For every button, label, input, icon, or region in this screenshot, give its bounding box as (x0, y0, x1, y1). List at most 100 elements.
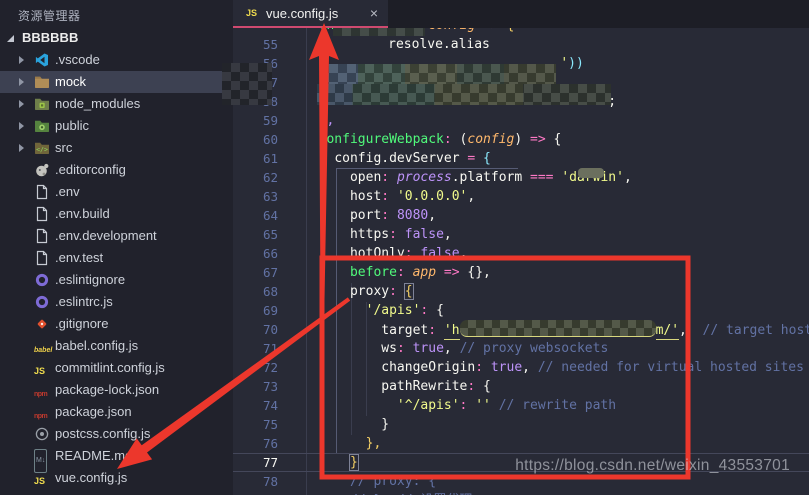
tree-item-vue-config-js[interactable]: JS vue.config.js (0, 467, 233, 489)
chevron-right-icon (19, 56, 24, 64)
line-number: 62 (262, 170, 278, 185)
line-content: hotOnly: false, (349, 246, 468, 261)
postcss-icon (34, 426, 50, 442)
code-line-68[interactable]: 68 proxy: { (233, 282, 809, 301)
tree-item-label: src (55, 140, 73, 155)
line-number: 64 (262, 208, 278, 223)
babel-icon: babel (34, 347, 53, 354)
code-line-73[interactable]: 73 pathRewrite: { (233, 377, 809, 396)
line-content: } (303, 417, 390, 432)
code-line-55[interactable]: 55 resolve.alias (233, 35, 809, 54)
code-line-62[interactable]: 62 open: process.platform === 'darwin', (233, 168, 809, 187)
code-line-63[interactable]: 63 host: '0.0.0.0', (233, 187, 809, 206)
watermark: https://blog.csdn.net/weixin_43553701 (515, 457, 790, 474)
tree-item-src[interactable]: </> src (0, 137, 233, 159)
line-content: target: 'h m/', // target host (303, 320, 809, 340)
line-number: 70 (262, 322, 278, 337)
line-content: config.devServer = { (334, 151, 491, 166)
explorer-title: 资源管理器 (18, 9, 81, 23)
chevron-right-icon (19, 100, 24, 108)
tree-item--vscode[interactable]: .vscode (0, 49, 233, 71)
tree-item-label: .gitignore (55, 316, 109, 331)
code-line-69[interactable]: 69 '/apis': { (233, 301, 809, 320)
code-line-59[interactable]: 59 }, (233, 111, 809, 130)
line-number: 78 (262, 474, 278, 489)
line-number: 69 (262, 303, 278, 318)
line-content: proxy: { (349, 283, 414, 300)
censor-mosaic (320, 64, 556, 84)
js-icon: JS (34, 476, 46, 486)
tree-item-label: README.md (55, 448, 133, 463)
line-content: // proxy: { (349, 474, 437, 489)
line-number: 60 (262, 132, 278, 147)
line-content: '^/apis': '' // rewrite path (396, 398, 617, 413)
line-number: 67 (262, 265, 278, 280)
tree-item-postcss-config-js[interactable]: postcss.config.js (0, 423, 233, 445)
src-icon: </> (34, 140, 50, 156)
chevron-right-icon (19, 144, 24, 152)
js-icon: JS (34, 366, 46, 376)
tree-item-label: package.json (55, 404, 132, 419)
code-line-67[interactable]: 67 before: app => {}, (233, 263, 809, 282)
tree-item--gitignore[interactable]: .gitignore (0, 313, 233, 335)
line-number: 72 (262, 360, 278, 375)
line-content: ws: true, // proxy websockets (381, 341, 609, 356)
tree-item--eslintrc-js[interactable]: .eslintrc.js (0, 291, 233, 313)
line-number: 74 (262, 398, 278, 413)
censor-mosaic (317, 84, 611, 105)
tree-item-commitlint-config-js[interactable]: JS commitlint.config.js (0, 357, 233, 379)
eslint-icon (34, 272, 50, 288)
code-line-64[interactable]: 64 port: 8080, (233, 206, 809, 225)
tree-item-babel-config-js[interactable]: babel babel.config.js (0, 335, 233, 357)
code-line-61[interactable]: 61 config.devServer = { (233, 149, 809, 168)
tree-item-package-lock-json[interactable]: npm package-lock.json (0, 379, 233, 401)
tree-item--env-development[interactable]: .env.development (0, 225, 233, 247)
tree-item--editorconfig[interactable]: .editorconfig (0, 159, 233, 181)
tree-item-label: babel.config.js (55, 338, 139, 353)
tree-item--env-build[interactable]: .env.build (0, 203, 233, 225)
code-line-60[interactable]: 60 configureWebpack: (config) => { (233, 130, 809, 149)
tree-item-label: .env.build (55, 206, 110, 221)
vscode-icon (34, 52, 50, 68)
code-line-70[interactable]: 70 target: 'h m/', // target host (233, 320, 809, 340)
code-line-66[interactable]: 66 hotOnly: false, (233, 244, 809, 263)
file-icon (34, 184, 50, 200)
tab-vue-config-js[interactable]: JS vue.config.js × (233, 0, 388, 28)
tree-item-label: mock (55, 74, 87, 89)
code-line-65[interactable]: 65 https: false, (233, 225, 809, 244)
line-number: 76 (262, 436, 278, 451)
explorer-sidebar: 资源管理器 BBBBBB .vscode mock node_modulespubl… (0, 0, 233, 495)
tree-item--env-test[interactable]: .env.test (0, 247, 233, 269)
close-tab-icon[interactable]: × (370, 5, 378, 21)
code-line-71[interactable]: 71 ws: true, // proxy websockets (233, 339, 809, 358)
code-line-75[interactable]: 75 } (233, 415, 809, 434)
censor-mosaic (222, 63, 272, 105)
tree-item-label: vue.config.js (55, 470, 128, 485)
tree-item-readme-md[interactable]: M↓ README.md (0, 445, 233, 473)
tree-item--env[interactable]: .env (0, 181, 233, 203)
tree-item-label: node_modules (55, 96, 141, 111)
tree-item-label: .editorconfig (55, 162, 126, 177)
tree-item-package-json[interactable]: npm package.json (0, 401, 233, 423)
eslint-icon (34, 294, 50, 310)
code-line-76[interactable]: 76 }, (233, 434, 809, 453)
line-content: pathRewrite: { (381, 379, 491, 394)
project-root[interactable]: BBBBBB (0, 27, 233, 49)
chevron-right-icon (19, 122, 24, 130)
code-line-74[interactable]: 74 '^/apis': '' // rewrite path (233, 396, 809, 415)
code-line-54[interactable]: chainWebpack: config => { (233, 28, 809, 35)
tree-item-node-modules[interactable]: node_modules (0, 93, 233, 115)
line-number: 68 (262, 284, 278, 299)
tree-item-label: postcss.config.js (55, 426, 151, 441)
code-line-72[interactable]: 72 changeOrigin: true, // needed for vir… (233, 358, 809, 377)
tree-item-public[interactable]: public (0, 115, 233, 137)
folder-icon (34, 74, 50, 90)
editorconfig-icon (34, 162, 50, 178)
node-icon (34, 96, 50, 112)
code-line-79[interactable]: 79 // }, // 设置代理 (233, 491, 809, 495)
line-number: 65 (262, 227, 278, 242)
line-content: before: app => {}, (349, 265, 491, 280)
tree-item-mock[interactable]: mock (0, 71, 233, 93)
tree-item--eslintignore[interactable]: .eslintignore (0, 269, 233, 291)
line-content: resolve.alias (380, 37, 490, 52)
